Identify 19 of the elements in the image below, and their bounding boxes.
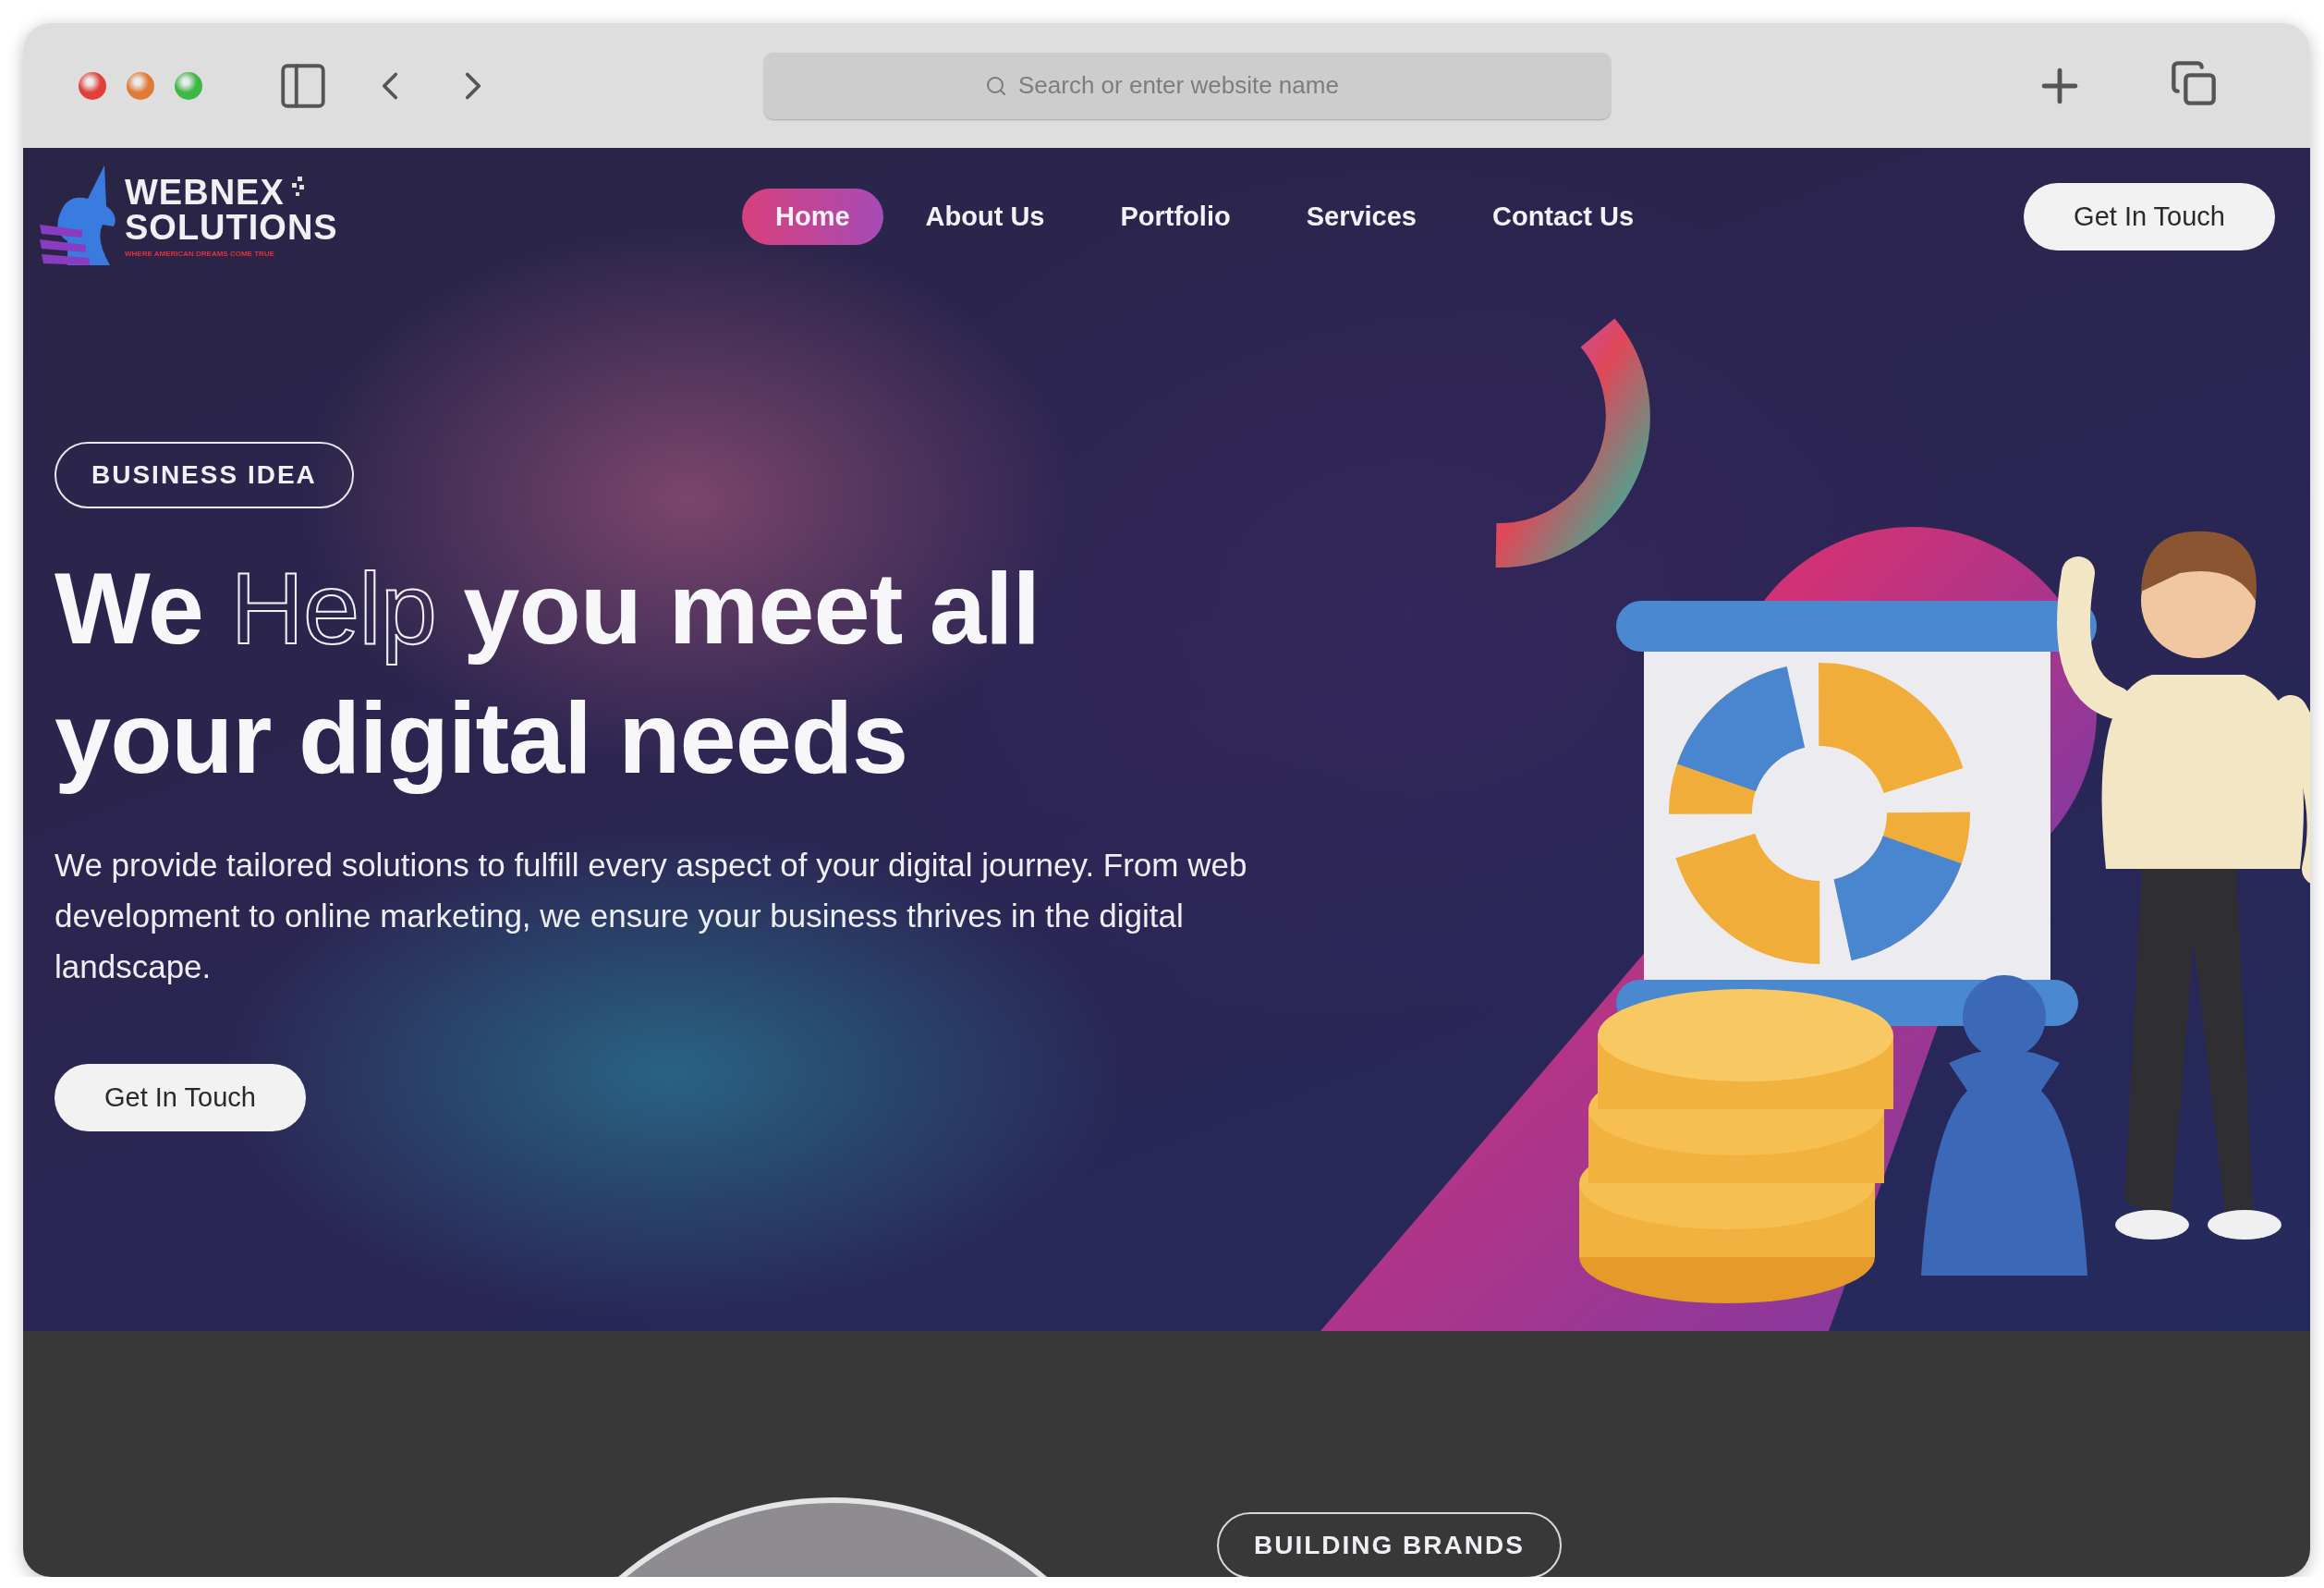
section-badge: BUILDING BRANDS	[1217, 1512, 1562, 1577]
minimize-icon[interactable]	[127, 71, 154, 100]
hero-heading: We Help you meet all your digital needs	[55, 550, 1040, 796]
hero-description: We provide tailored solutions to fulfill every aspect of your digital journey. From web development to online marketing, we ensure your business thrives in the digital landscape.	[55, 846, 1248, 986]
get-in-touch-button[interactable]: Get In Touch	[2024, 182, 2275, 250]
close-icon[interactable]	[79, 71, 106, 100]
nav-link[interactable]: Portfolio	[1087, 188, 1264, 245]
logo-text: SOLUTIONS	[125, 210, 338, 245]
logo-tagline: WHERE AMERICAN DREAMS COME TRUE	[125, 250, 275, 258]
address-input[interactable]: Search or enter website name	[1016, 70, 1390, 101]
nav-link[interactable]: Services	[1272, 188, 1450, 245]
nav-link[interactable]: Home	[742, 188, 883, 245]
nav-link[interactable]: Contact Us	[1459, 188, 1668, 245]
address-field[interactable]: Search or enter website name	[764, 52, 1611, 119]
get-in-touch-button[interactable]: Get In Touch	[55, 1064, 306, 1131]
search-icon	[985, 74, 1007, 97]
section-badge: BUSINESS IDEA	[55, 442, 354, 508]
logo-text: WEBNEX	[125, 175, 285, 210]
nav-link[interactable]: About Us	[892, 188, 1078, 245]
